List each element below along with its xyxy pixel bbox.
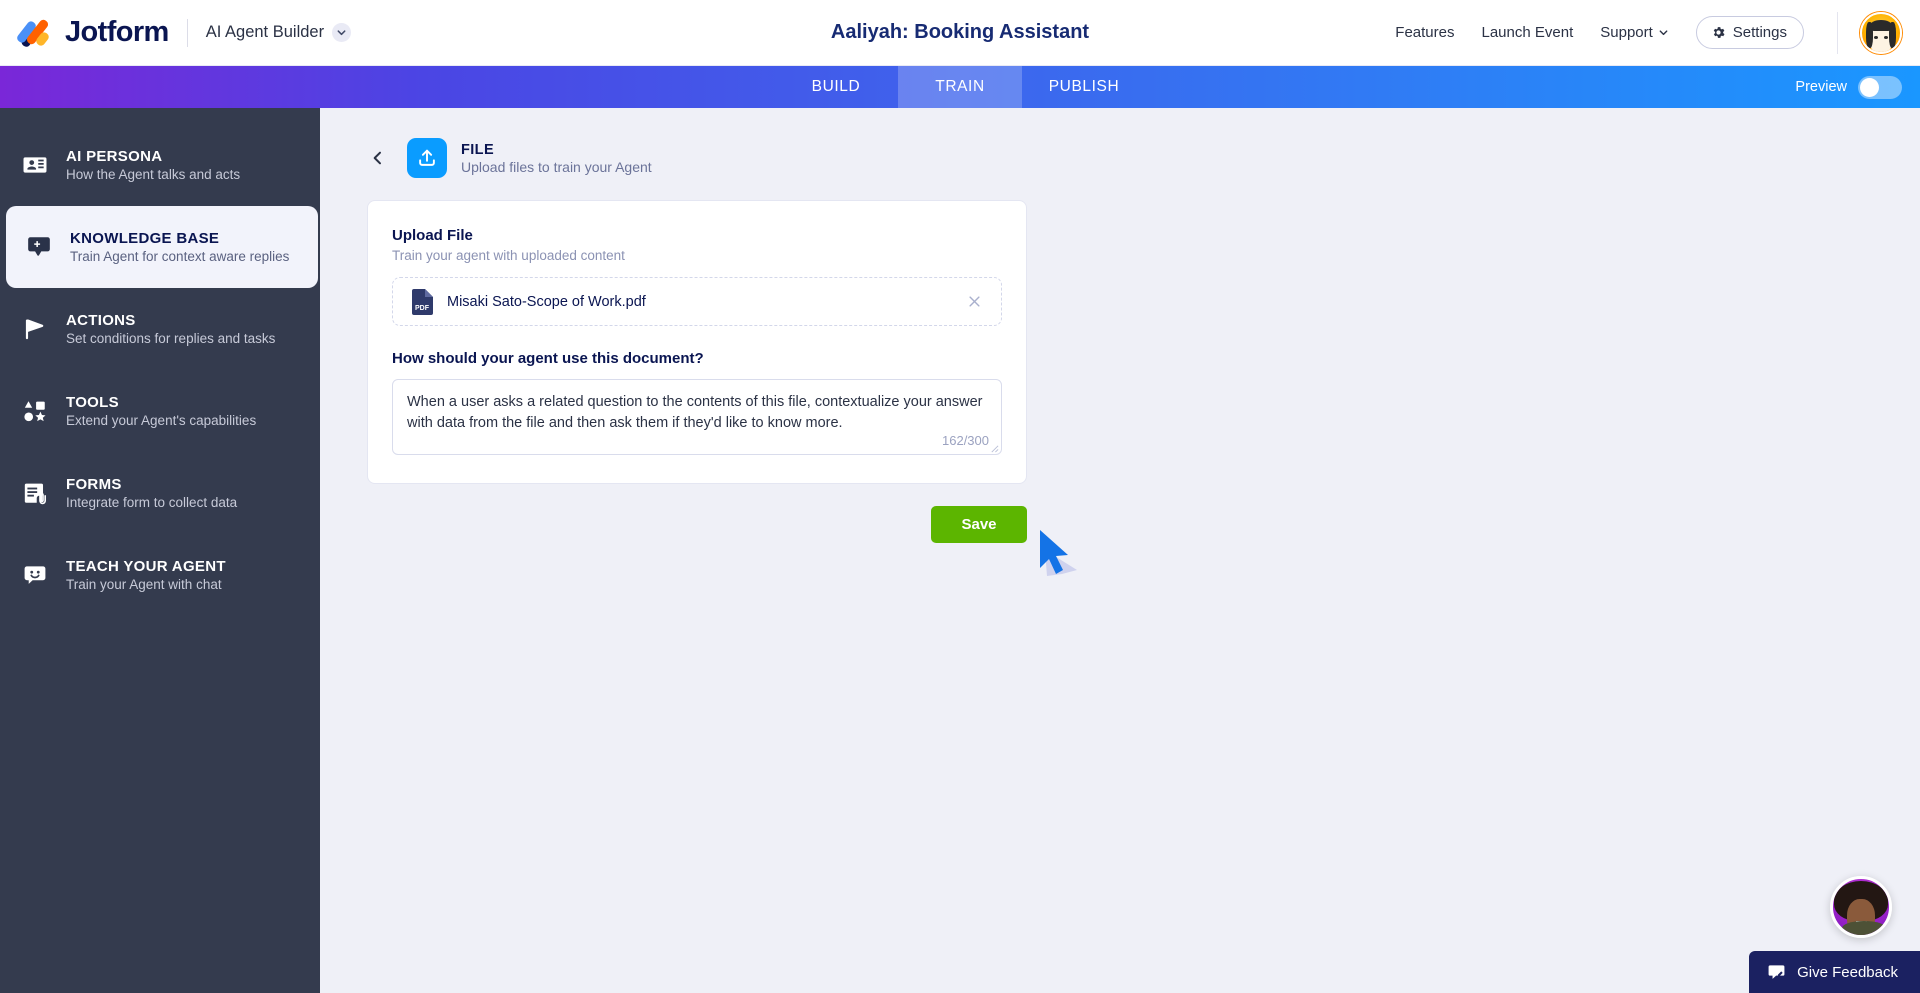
avatar[interactable] — [1860, 11, 1902, 54]
preview-toggle-area: Preview — [1795, 66, 1902, 108]
settings-label: Settings — [1732, 24, 1787, 41]
file-dropzone[interactable]: PDF Misaki Sato-Scope of Work.pdf — [392, 277, 1002, 326]
pdf-file-icon: PDF — [411, 288, 433, 315]
back-chevron-icon[interactable] — [367, 143, 389, 173]
nav-launch-event[interactable]: Launch Event — [1482, 24, 1574, 41]
char-counter: 162/300 — [942, 433, 989, 448]
form-clip-icon — [20, 478, 50, 508]
main-content: FILE Upload files to train your Agent Up… — [320, 108, 1920, 993]
sidebar-item-subtitle: Train your Agent with chat — [66, 577, 222, 592]
feedback-chat-icon — [1768, 964, 1785, 979]
sidebar-item-tools[interactable]: TOOLS Extend your Agent's capabilities — [2, 370, 318, 452]
remove-file-icon[interactable] — [963, 291, 985, 313]
sidebar-item-teach-your-agent[interactable]: TEACH YOUR AGENT Train your Agent with c… — [2, 534, 318, 616]
header-nav: Features Launch Event Support Settings — [1395, 11, 1920, 54]
nav-features[interactable]: Features — [1395, 24, 1454, 41]
chat-plus-icon — [24, 232, 54, 262]
chevron-down-icon — [1659, 30, 1668, 36]
builder-dropdown[interactable]: AI Agent Builder — [205, 23, 352, 42]
instruction-value: When a user asks a related question to t… — [407, 394, 983, 432]
preview-label: Preview — [1795, 79, 1847, 95]
settings-button[interactable]: Settings — [1695, 16, 1804, 49]
upload-card: Upload File Train your agent with upload… — [367, 200, 1027, 484]
sidebar-item-title: TEACH YOUR AGENT — [66, 558, 226, 575]
brand-name: Jotform — [65, 16, 169, 48]
flag-icon — [20, 314, 50, 344]
sidebar-item-title: KNOWLEDGE BASE — [70, 230, 220, 247]
nav-features-label: Features — [1395, 24, 1455, 41]
preview-toggle[interactable] — [1858, 75, 1902, 99]
card-subtitle: Train your agent with uploaded content — [392, 248, 625, 263]
give-feedback-label: Give Feedback — [1797, 963, 1898, 981]
nav-launch-event-label: Launch Event — [1481, 24, 1574, 41]
shapes-icon — [20, 396, 50, 426]
sidebar-item-title: AI PERSONA — [66, 148, 163, 165]
card-title: Upload File — [392, 227, 473, 244]
sidebar-item-subtitle: How the Agent talks and acts — [66, 167, 241, 182]
tab-train[interactable]: TRAIN — [898, 66, 1022, 108]
header-divider — [186, 18, 188, 47]
sidebar-item-title: ACTIONS — [66, 312, 136, 329]
sidebar-item-subtitle: Integrate form to collect data — [66, 495, 238, 510]
give-feedback-button[interactable]: Give Feedback — [1749, 951, 1920, 993]
helper-avatar[interactable] — [1830, 876, 1892, 938]
sidebar-item-forms[interactable]: FORMS Integrate form to collect data — [2, 452, 318, 534]
builder-label: AI Agent Builder — [205, 23, 325, 41]
svg-text:PDF: PDF — [415, 305, 430, 312]
panel-title: FILE — [461, 141, 495, 158]
sidebar: AI PERSONA How the Agent talks and acts … — [0, 108, 320, 993]
tab-build[interactable]: BUILD — [774, 66, 898, 108]
instruction-question-label: How should your agent use this document? — [392, 350, 704, 367]
tabs: BUILD TRAIN PUBLISH — [774, 66, 1146, 108]
sidebar-item-ai-persona[interactable]: AI PERSONA How the Agent talks and acts — [2, 124, 318, 206]
main-tabbar: BUILD TRAIN PUBLISH Preview — [0, 66, 1920, 108]
app-root: Jotform AI Agent Builder Aaliyah: Bookin… — [0, 0, 1920, 993]
user-avatar-wrap[interactable] — [1837, 11, 1902, 54]
sidebar-item-title: TOOLS — [66, 394, 119, 411]
nav-support[interactable]: Support — [1600, 24, 1669, 41]
top-header: Jotform AI Agent Builder Aaliyah: Bookin… — [0, 0, 1920, 66]
instruction-textarea[interactable]: When a user asks a related question to t… — [392, 379, 1002, 455]
tab-publish[interactable]: PUBLISH — [1022, 66, 1146, 108]
sidebar-item-subtitle: Train Agent for context aware replies — [70, 249, 290, 264]
upload-icon — [407, 138, 447, 178]
id-card-icon — [20, 150, 50, 180]
panel-header: FILE Upload files to train your Agent — [367, 138, 1920, 178]
save-button[interactable]: Save — [931, 506, 1027, 543]
jotform-logo-icon — [15, 17, 56, 49]
sidebar-item-subtitle: Extend your Agent's capabilities — [66, 413, 257, 428]
panel-subtitle: Upload files to train your Agent — [461, 158, 652, 175]
brand-area[interactable]: Jotform — [0, 16, 169, 49]
chevron-down-icon — [332, 23, 352, 42]
smiley-chat-icon — [20, 560, 50, 590]
nav-support-label: Support — [1600, 24, 1653, 41]
sidebar-item-title: FORMS — [66, 476, 122, 493]
gear-icon — [1713, 27, 1725, 38]
sidebar-item-knowledge-base[interactable]: KNOWLEDGE BASE Train Agent for context a… — [6, 206, 318, 288]
sidebar-item-actions[interactable]: ACTIONS Set conditions for replies and t… — [2, 288, 318, 370]
uploaded-file-name: Misaki Sato-Scope of Work.pdf — [447, 293, 646, 310]
save-row: Save — [367, 506, 1027, 543]
sidebar-item-subtitle: Set conditions for replies and tasks — [66, 331, 276, 346]
resize-grip-icon[interactable] — [990, 444, 999, 453]
